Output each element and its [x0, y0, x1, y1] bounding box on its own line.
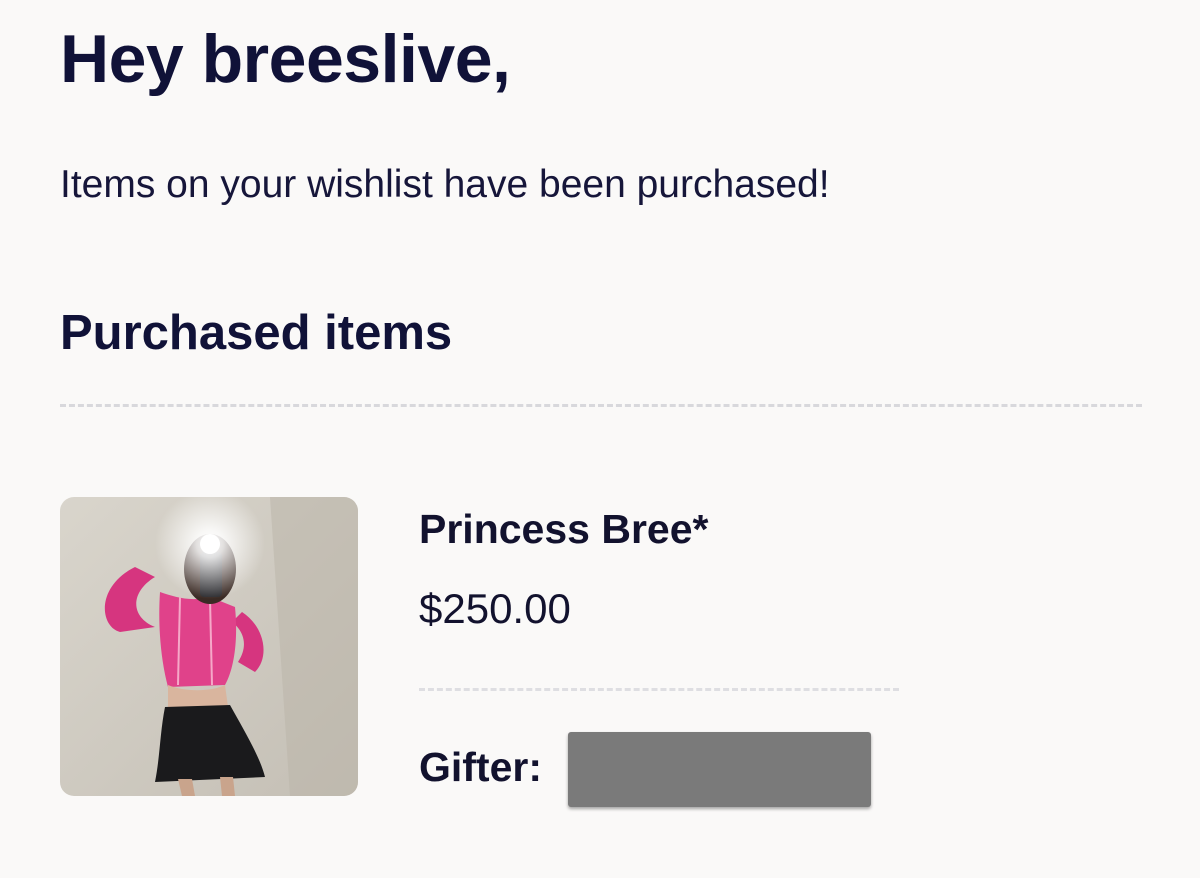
item-divider — [419, 688, 899, 691]
section-divider — [60, 404, 1142, 407]
intro-text: Items on your wishlist have been purchas… — [60, 163, 830, 206]
greeting-heading: Hey breeslive, — [60, 21, 511, 97]
email-page: Hey breeslive, Items on your wishlist ha… — [0, 0, 1200, 878]
purchased-items-title: Purchased items — [60, 306, 453, 360]
item-price: $250.00 — [419, 585, 571, 632]
item-name[interactable]: Princess Bree* — [419, 506, 708, 553]
item-photo[interactable] — [60, 497, 358, 796]
gifter-name-redacted — [568, 732, 871, 807]
gifter-label: Gifter: — [419, 744, 542, 790]
